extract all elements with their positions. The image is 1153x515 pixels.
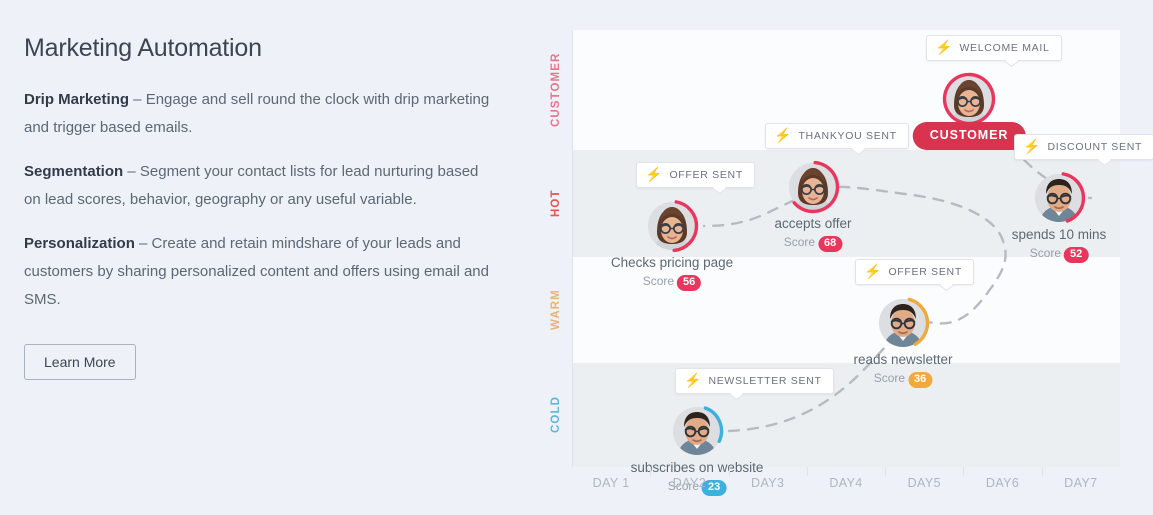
score-value-pill: 68 — [818, 236, 843, 252]
learn-more-button[interactable]: Learn More — [24, 344, 136, 380]
y-axis-label-cold: COLD — [550, 396, 562, 434]
score-label: Score — [642, 274, 675, 288]
node-caption-spends-10-mins: spends 10 mins Score 52 — [1011, 225, 1107, 263]
x-axis-tick — [650, 467, 652, 476]
node-activity-label: Checks pricing page — [610, 255, 734, 270]
tooltip-label: THANKYOU SENT — [798, 130, 897, 142]
score-value-pill: 36 — [908, 372, 933, 388]
score-progress-ring — [672, 200, 699, 253]
lightning-bolt-icon: ⚡ — [864, 263, 882, 279]
x-axis-tick — [885, 467, 887, 476]
feature-lead-label: Personalization — [24, 235, 135, 252]
chart-plot-area: ⚡ NEWSLETTER SENT subscribes on website Sc… — [572, 30, 1153, 496]
node-tooltip-spends-10-mins: ⚡ DISCOUNT SENT — [1014, 134, 1153, 166]
node-caption-reads-newsletter: reads newsletter Score 36 — [853, 350, 953, 388]
lightning-bolt-icon: ⚡ — [684, 372, 702, 388]
y-axis-label-warm: WARM — [550, 289, 562, 331]
avatar[interactable] — [648, 200, 699, 253]
feature-lead-label: Segmentation — [24, 163, 124, 180]
feature-text-column: Marketing Automation Drip Marketing – En… — [24, 34, 494, 380]
x-axis-label-day1: DAY 1 — [592, 476, 630, 490]
x-axis-label-day3: DAY3 — [751, 476, 785, 490]
x-axis-label-day7: DAY7 — [1064, 476, 1098, 490]
score-value-pill: 52 — [1064, 247, 1089, 263]
node-tooltip-accepts-offer: ⚡ THANKYOU SENT — [765, 123, 909, 155]
y-axis-label-customer: CUSTOMER — [550, 52, 562, 128]
x-axis-label-day6: DAY6 — [985, 476, 1020, 490]
score-label: Score — [873, 371, 906, 385]
x-axis-label-day5: DAY5 — [907, 476, 941, 490]
node-tooltip-subscribes: ⚡ NEWSLETTER SENT — [675, 368, 834, 400]
tooltip-label: OFFER SENT — [669, 169, 743, 181]
node-score-row: Score 56 — [611, 273, 733, 291]
score-label: Score — [783, 235, 816, 249]
score-progress-ring — [792, 160, 840, 214]
feature-paragraph-personalization: Personalization – Create and retain mind… — [24, 230, 494, 314]
score-progress-ring — [1061, 172, 1086, 223]
avatar[interactable] — [879, 297, 930, 347]
tooltip-label: OFFER SENT — [888, 266, 962, 278]
node-activity-label: reads newsletter — [853, 352, 953, 367]
y-axis-label-hot: HOT — [550, 189, 562, 218]
node-caption-accepts-offer: accepts offer Score 68 — [774, 214, 852, 252]
x-axis-tick — [1041, 467, 1043, 476]
page-title: Marketing Automation — [24, 34, 262, 62]
node-score-row: Score 68 — [774, 234, 851, 252]
feature-paragraph-drip-marketing: Drip Marketing – Engage and sell round t… — [24, 86, 494, 142]
node-tooltip-checks-pricing: ⚡ OFFER SENT — [636, 162, 755, 194]
score-progress-ring — [703, 406, 724, 444]
stage-band-cold — [573, 363, 1120, 467]
lightning-bolt-icon: ⚡ — [1023, 138, 1041, 154]
node-activity-label: accepts offer — [774, 216, 852, 231]
tooltip-label: WELCOME MAIL — [959, 42, 1050, 54]
node-activity-label: spends 10 mins — [1011, 227, 1107, 242]
score-value-pill: 56 — [677, 275, 702, 291]
x-axis-tick — [728, 467, 730, 476]
node-caption-checks-pricing: Checks pricing page Score 56 — [611, 253, 733, 291]
score-label: Score — [1029, 246, 1062, 260]
avatar[interactable] — [942, 72, 996, 126]
y-axis-label-group: CUSTOMER HOT WARM COLD — [540, 30, 572, 467]
score-progress-ring — [907, 297, 930, 346]
feature-lead-label: Drip Marketing — [24, 91, 130, 108]
avatar[interactable] — [673, 406, 724, 455]
feature-dash: – — [129, 91, 146, 108]
x-axis-tick — [963, 467, 965, 476]
x-axis-tick — [806, 467, 808, 476]
lightning-bolt-icon: ⚡ — [935, 39, 953, 55]
feature-paragraph-segmentation: Segmentation – Segment your contact list… — [24, 158, 494, 214]
node-score-row: Score 52 — [1012, 245, 1107, 263]
x-axis-label-day2: DAY2 — [672, 476, 707, 490]
feature-dash: – — [123, 163, 140, 180]
node-tooltip-customer: ⚡ WELCOME MAIL — [926, 35, 1062, 67]
avatar[interactable] — [1035, 172, 1086, 223]
feature-dash: – — [134, 235, 152, 252]
node-tooltip-reads-newsletter: ⚡ OFFER SENT — [855, 259, 974, 291]
lightning-bolt-icon: ⚡ — [645, 166, 663, 182]
lightning-bolt-icon: ⚡ — [774, 127, 792, 143]
status-badge-customer: CUSTOMER — [912, 122, 1026, 150]
x-axis-label-group: DAY 1 DAY2 DAY3 DAY4 DAY5 DAY6 DAY7 — [572, 476, 1120, 500]
x-axis-label-day4: DAY4 — [829, 476, 863, 490]
avatar[interactable] — [789, 160, 840, 214]
node-score-row: Score 36 — [853, 370, 952, 388]
tooltip-label: NEWSLETTER SENT — [708, 375, 822, 387]
score-progress-ring — [942, 72, 996, 126]
lead-journey-chart: CUSTOMER HOT WARM COLD ⚡ NEWSLETTER SENT sub… — [540, 30, 1153, 500]
tooltip-label: DISCOUNT SENT — [1047, 141, 1143, 153]
